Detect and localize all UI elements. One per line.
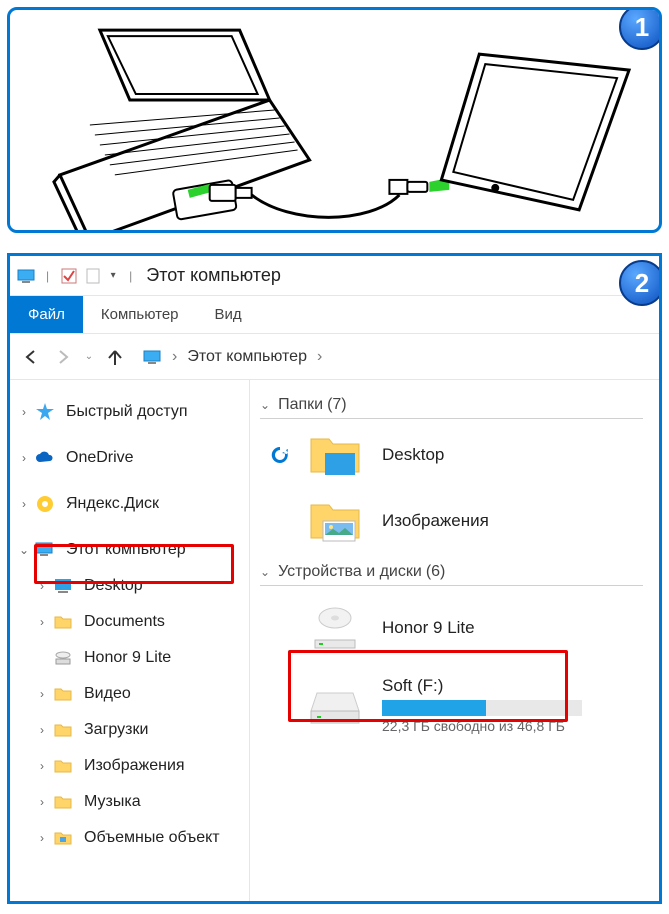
separator: | xyxy=(46,269,49,283)
sidebar-item-quick-access[interactable]: › Быстрый доступ xyxy=(16,394,243,430)
breadcrumb-root[interactable]: Этот компьютер xyxy=(187,348,307,366)
step-2-panel: 2 | ▾ | Этот компьютер Файл Компьютер Ви… xyxy=(7,253,662,904)
sidebar-item-label: Загрузки xyxy=(84,721,148,739)
sidebar-item-label: Яндекс.Диск xyxy=(66,495,159,513)
chevron-right-icon[interactable]: › xyxy=(317,348,322,366)
step-1-panel: 1 xyxy=(7,7,662,233)
sidebar-item-3d-objects[interactable]: › Объемные объект xyxy=(16,820,243,856)
refresh-icon[interactable] xyxy=(269,444,291,466)
folder-desktop-icon xyxy=(300,431,370,479)
item-soft-drive[interactable]: Soft (F:) 22,3 ГБ свободно из 46,8 ГБ xyxy=(260,676,643,734)
tab-file[interactable]: Файл xyxy=(10,296,83,333)
folder-pictures-icon xyxy=(300,497,370,545)
chevron-right-icon[interactable]: › xyxy=(34,831,50,845)
sidebar-item-label: Музыка xyxy=(84,793,141,811)
sidebar-item-honor[interactable]: Honor 9 Lite xyxy=(16,640,243,676)
sidebar-item-pictures[interactable]: › Изображения xyxy=(16,748,243,784)
badge-2: 2 xyxy=(619,260,662,306)
sidebar-item-onedrive[interactable]: › OneDrive xyxy=(16,440,243,476)
window-title: Этот компьютер xyxy=(146,265,281,286)
item-honor-drive[interactable]: Honor 9 Lite xyxy=(260,598,643,658)
drive-usage-bar xyxy=(382,700,582,716)
group-count: (7) xyxy=(327,396,347,414)
chevron-right-icon[interactable]: › xyxy=(172,348,177,366)
badge-1: 1 xyxy=(619,7,662,50)
desktop-icon xyxy=(52,575,74,597)
forward-button[interactable] xyxy=(50,344,76,370)
blank-icon[interactable] xyxy=(83,266,103,286)
sidebar-item-desktop[interactable]: › Desktop xyxy=(16,568,243,604)
sidebar-item-label: Видео xyxy=(84,685,131,703)
folder-icon xyxy=(52,719,74,741)
disk-icon xyxy=(34,493,56,515)
content-pane: ⌄ Папки (7) Desktop xyxy=(250,380,659,901)
folder-icon xyxy=(52,755,74,777)
sidebar-item-label: Быстрый доступ xyxy=(66,403,188,421)
back-button[interactable] xyxy=(18,344,44,370)
usb-illustration xyxy=(10,10,659,230)
computer-icon xyxy=(34,539,56,561)
group-label: Устройства и диски xyxy=(278,563,422,581)
recent-dropdown[interactable]: ⌄ xyxy=(82,344,96,370)
item-desktop[interactable]: Desktop xyxy=(260,431,643,479)
sidebar-item-yandex-disk[interactable]: › Яндекс.Диск xyxy=(16,486,243,522)
cloud-icon xyxy=(34,447,56,469)
drive-icon xyxy=(300,683,370,727)
sidebar-item-video[interactable]: › Видео xyxy=(16,676,243,712)
sidebar-item-documents[interactable]: › Documents xyxy=(16,604,243,640)
sidebar-item-music[interactable]: › Музыка xyxy=(16,784,243,820)
group-label: Папки xyxy=(278,396,323,414)
chevron-right-icon[interactable]: › xyxy=(34,759,50,773)
drive-icon xyxy=(52,647,74,669)
drive-free-text: 22,3 ГБ свободно из 46,8 ГБ xyxy=(382,718,582,734)
chevron-right-icon[interactable]: › xyxy=(16,451,32,465)
sidebar-item-label: Honor 9 Lite xyxy=(84,649,171,667)
chevron-right-icon[interactable]: › xyxy=(34,579,50,593)
item-pictures[interactable]: Изображения xyxy=(260,497,643,545)
titlebar: | ▾ | Этот компьютер xyxy=(10,256,659,296)
chevron-down-icon: ⌄ xyxy=(260,565,270,579)
chevron-down-icon: ⌄ xyxy=(260,398,270,412)
up-button[interactable] xyxy=(102,344,128,370)
folder-icon xyxy=(52,611,74,633)
folder-icon xyxy=(52,683,74,705)
item-label: Soft (F:) xyxy=(382,676,582,696)
tab-computer[interactable]: Компьютер xyxy=(83,296,197,333)
sidebar-item-label: Изображения xyxy=(84,757,185,775)
ribbon-tabs: Файл Компьютер Вид xyxy=(10,296,659,334)
sidebar-item-downloads[interactable]: › Загрузки xyxy=(16,712,243,748)
group-count: (6) xyxy=(426,563,446,581)
item-label: Desktop xyxy=(382,445,444,465)
folder-icon xyxy=(52,791,74,813)
chevron-right-icon[interactable]: › xyxy=(34,687,50,701)
item-label: Изображения xyxy=(382,511,489,531)
sidebar-item-label: Объемные объект xyxy=(84,829,220,847)
sidebar-item-label: OneDrive xyxy=(66,449,134,467)
checkbox-icon[interactable] xyxy=(59,266,79,286)
folder-icon xyxy=(52,827,74,849)
drive-icon xyxy=(300,604,370,652)
chevron-right-icon[interactable]: › xyxy=(34,795,50,809)
sidebar-item-this-pc[interactable]: ⌄ Этот компьютер xyxy=(16,532,243,568)
item-label: Honor 9 Lite xyxy=(382,618,475,638)
computer-icon xyxy=(142,347,162,367)
tab-view[interactable]: Вид xyxy=(197,296,260,333)
sidebar-item-label: Desktop xyxy=(84,577,143,595)
navigation-pane: › Быстрый доступ › OneDrive › Я xyxy=(10,380,250,901)
chevron-down-icon[interactable]: ⌄ xyxy=(16,543,32,557)
group-folders[interactable]: ⌄ Папки (7) xyxy=(260,396,643,419)
chevron-right-icon[interactable]: › xyxy=(16,497,32,511)
navbar: ⌄ › Этот компьютер › xyxy=(10,334,659,380)
separator: | xyxy=(129,269,132,283)
sidebar-item-label: Documents xyxy=(84,613,165,631)
sidebar-item-label: Этот компьютер xyxy=(66,541,186,559)
star-icon xyxy=(34,401,56,423)
qat-dropdown-icon[interactable]: ▾ xyxy=(107,266,119,286)
group-devices[interactable]: ⌄ Устройства и диски (6) xyxy=(260,563,643,586)
chevron-right-icon[interactable]: › xyxy=(34,615,50,629)
computer-icon[interactable] xyxy=(16,266,36,286)
breadcrumb[interactable]: › Этот компьютер › xyxy=(142,347,326,367)
chevron-right-icon[interactable]: › xyxy=(16,405,32,419)
chevron-right-icon[interactable]: › xyxy=(34,723,50,737)
